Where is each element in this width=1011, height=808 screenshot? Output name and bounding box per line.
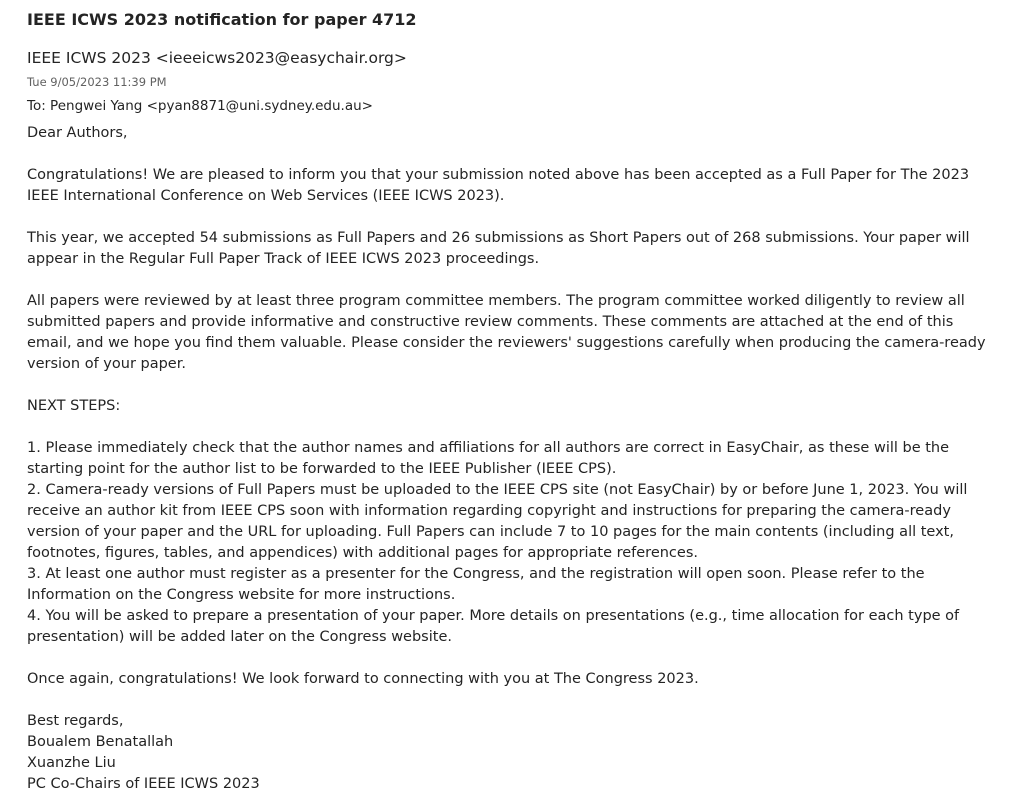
email-body: Dear Authors, Congratulations! We are pl…	[27, 123, 1002, 795]
email-reading-pane: IEEE ICWS 2023 notification for paper 47…	[0, 0, 1011, 808]
sender-address[interactable]: IEEE ICWS 2023 <ieeeicws2023@easychair.o…	[27, 49, 407, 67]
greeting: Dear Authors,	[27, 125, 128, 141]
signature-line: PC Co-Chairs of IEEE ICWS 2023	[27, 776, 260, 792]
signature-line: Xuanzhe Liu	[27, 755, 116, 771]
next-steps-heading: NEXT STEPS:	[27, 398, 121, 414]
recipient-line[interactable]: To: Pengwei Yang <pyan8871@uni.sydney.ed…	[27, 98, 373, 114]
body-paragraph: Congratulations! We are pleased to infor…	[27, 167, 970, 204]
signature-line: Boualem Benatallah	[27, 734, 174, 750]
closing-line: Once again, congratulations! We look for…	[27, 671, 699, 687]
signoff: Best regards,	[27, 713, 124, 729]
body-paragraph: All papers were reviewed by at least thr…	[27, 293, 986, 372]
step-item: 2. Camera-ready versions of Full Papers …	[27, 482, 968, 561]
step-item: 1. Please immediately check that the aut…	[27, 440, 950, 477]
email-timestamp: Tue 9/05/2023 11:39 PM	[27, 75, 167, 89]
step-item: 4. You will be asked to prepare a presen…	[27, 608, 960, 645]
email-subject: IEEE ICWS 2023 notification for paper 47…	[27, 10, 417, 29]
body-paragraph: This year, we accepted 54 submissions as…	[27, 230, 970, 267]
step-item: 3. At least one author must register as …	[27, 566, 925, 603]
